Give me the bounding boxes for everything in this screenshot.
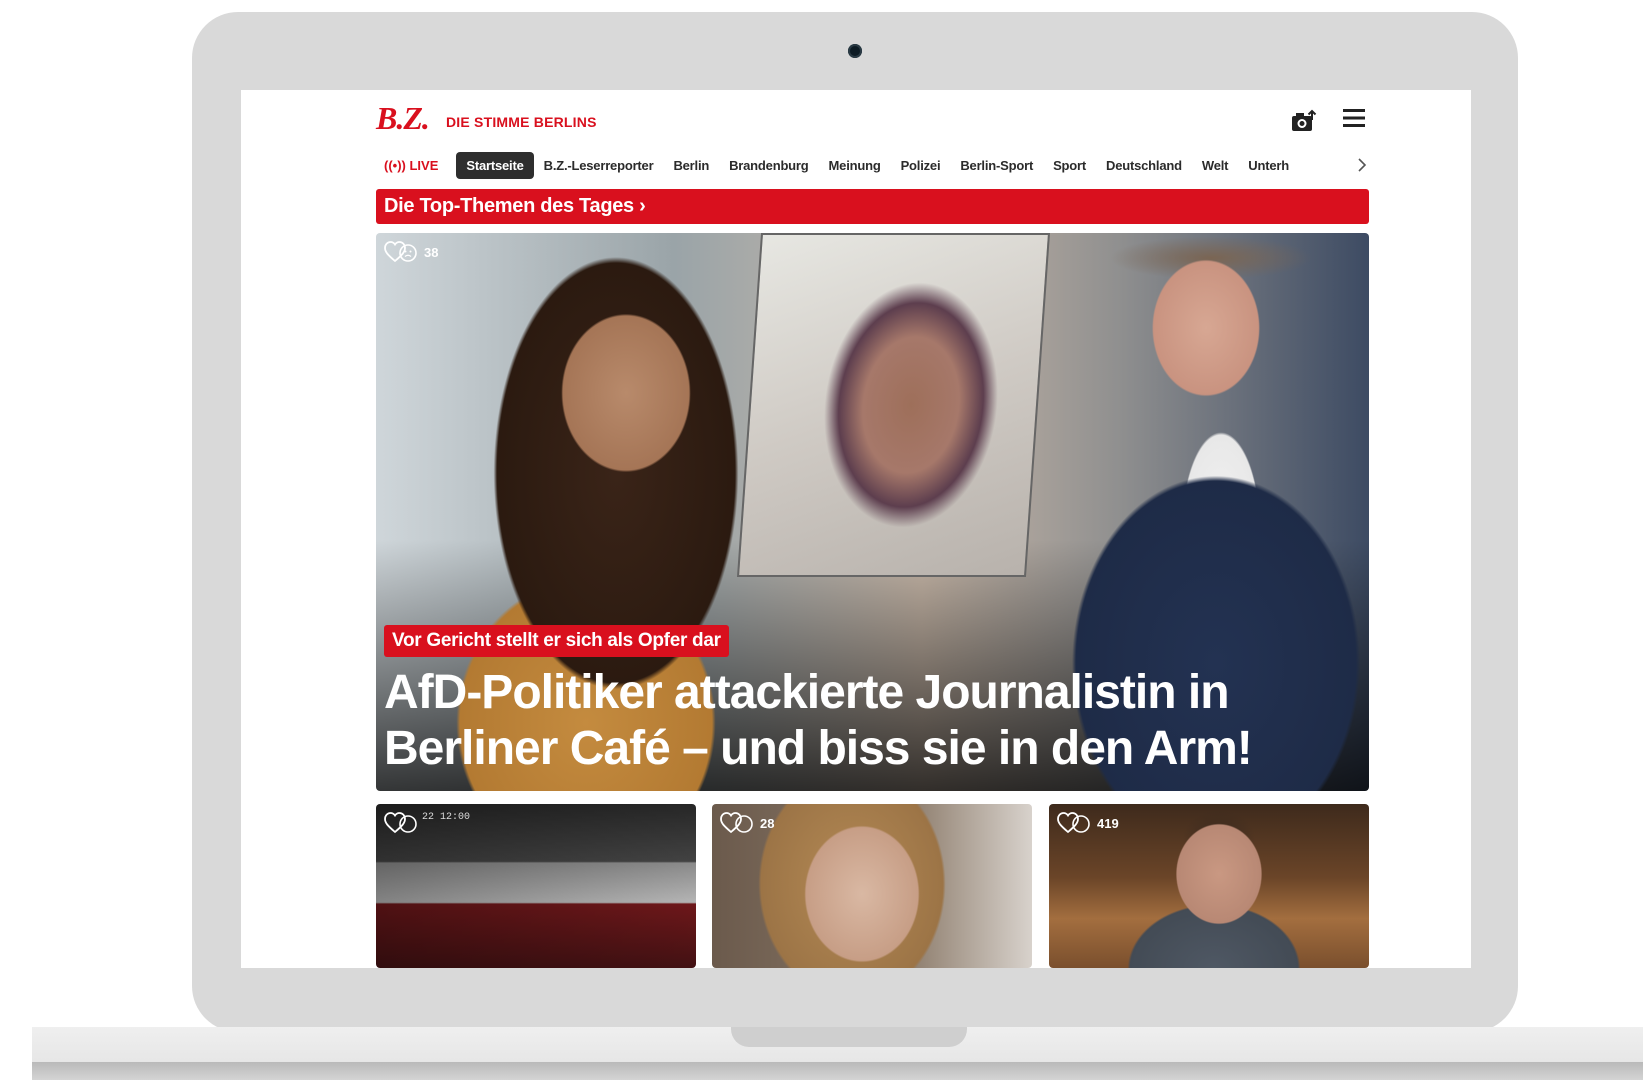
nav-item-sport[interactable]: Sport: [1043, 152, 1096, 179]
card-reactions[interactable]: 28: [720, 812, 774, 834]
article-card[interactable]: 22 12:00: [376, 804, 696, 968]
site-header: B.Z. DIE STIMME BERLINS: [376, 98, 1369, 138]
nav-item-brandenburg[interactable]: Brandenburg: [719, 152, 818, 179]
top-themes-link[interactable]: Die Top-Themen des Tages ›: [376, 189, 1369, 224]
webcam-icon: [848, 44, 862, 58]
hero-photo-arm-inset: [736, 233, 1051, 577]
headline-line-2: Berliner Café – und biss sie in den Arm!: [384, 722, 1253, 775]
nav-item-berlin-sport[interactable]: Berlin-Sport: [950, 152, 1043, 179]
heart-reaction-icon: [384, 812, 417, 834]
nav-item-startseite[interactable]: Startseite: [456, 151, 534, 179]
nav-item-deutschland[interactable]: Deutschland: [1096, 152, 1192, 179]
nav-item-unterhaltung[interactable]: Unterh: [1238, 152, 1299, 179]
nav-item-meinung[interactable]: Meinung: [819, 152, 891, 179]
reaction-count: 38: [424, 244, 439, 260]
chevron-right-icon[interactable]: [1357, 158, 1367, 172]
heart-reaction-icon: [384, 241, 417, 263]
reaction-count: 419: [1097, 815, 1119, 831]
hero-kicker[interactable]: Vor Gericht stellt er sich als Opfer dar: [384, 625, 729, 657]
cctv-timestamp: 22 12:00: [422, 812, 471, 823]
arm-shape: [760, 235, 1023, 555]
heart-reaction-icon: [720, 812, 753, 834]
article-card[interactable]: 419: [1049, 804, 1369, 968]
headline-line-1: AfD-Politiker attackierte Journalistin i…: [384, 666, 1230, 719]
hero-reactions[interactable]: 38: [384, 241, 438, 263]
logo-tagline[interactable]: DIE STIMME BERLINS: [446, 114, 597, 130]
heart-reaction-icon: [1057, 812, 1090, 834]
nav-live-link[interactable]: ((•)) LIVE: [384, 158, 438, 173]
card-reactions[interactable]: [384, 812, 418, 834]
nav-item-berlin[interactable]: Berlin: [663, 152, 719, 179]
hero-headline[interactable]: AfD-Politiker attackierte Journalistin i…: [384, 665, 1344, 777]
bz-logo[interactable]: B.Z.: [376, 100, 430, 137]
nav-item-welt[interactable]: Welt: [1192, 152, 1238, 179]
reaction-count: 28: [760, 815, 775, 831]
nav-item-polizei[interactable]: Polizei: [891, 152, 951, 179]
nav-item-leserreporter[interactable]: B.Z.-Leserreporter: [534, 152, 664, 179]
hamburger-menu-icon[interactable]: [1343, 108, 1365, 128]
laptop-base-edge: [32, 1062, 1643, 1080]
article-card-row: 22 12:00 28 419: [376, 804, 1369, 968]
hero-article[interactable]: 38 Vor Gericht stellt er sich als Opfer …: [376, 233, 1369, 791]
card-reactions[interactable]: 419: [1057, 812, 1119, 834]
browser-viewport: B.Z. DIE STIMME BERLINS ((•)) LIVE Start…: [241, 90, 1471, 968]
article-card[interactable]: 28: [712, 804, 1032, 968]
main-navigation: ((•)) LIVE Startseite B.Z.-Leserreporter…: [376, 148, 1369, 182]
camera-upload-icon[interactable]: [1291, 108, 1319, 132]
laptop-notch: [731, 1027, 967, 1047]
